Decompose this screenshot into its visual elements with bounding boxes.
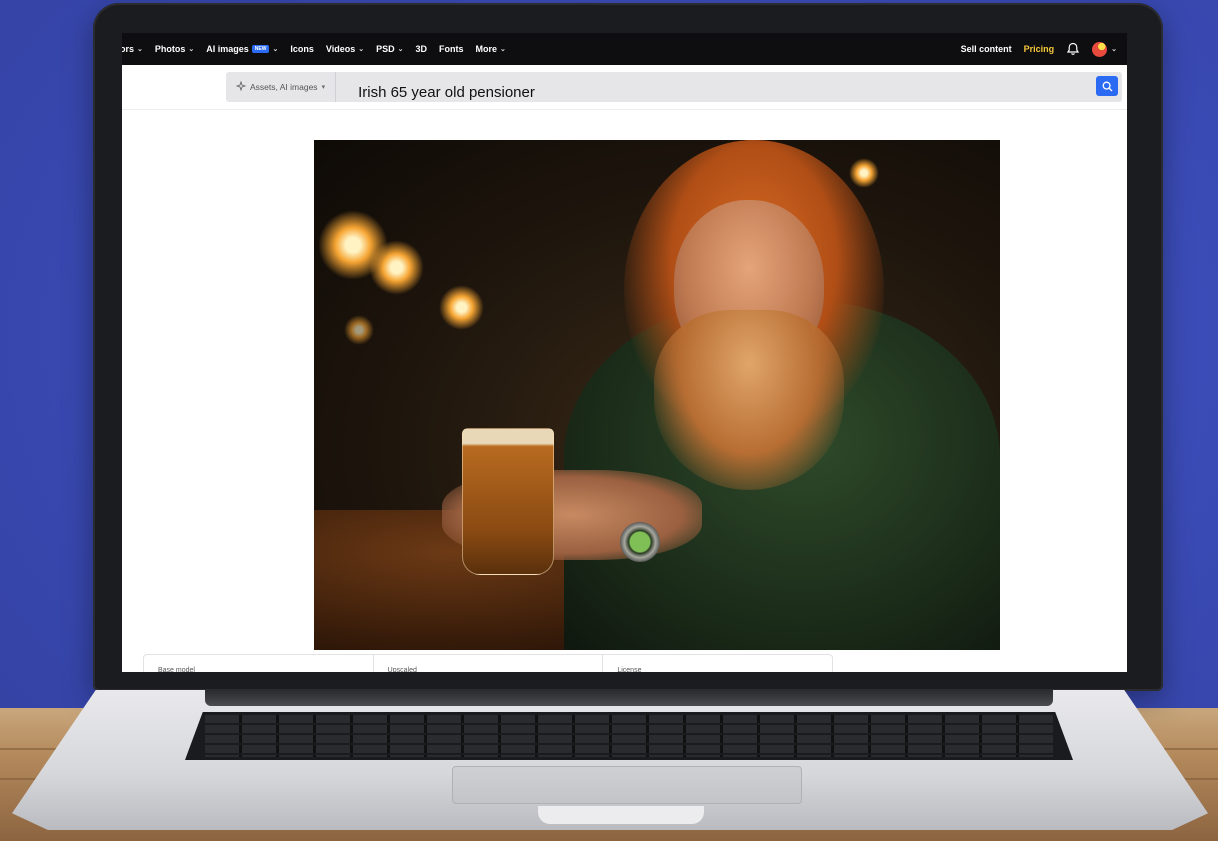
- info-cell-upscaled: Upscaled: [374, 655, 604, 672]
- nav-item-label: Fonts: [439, 44, 464, 54]
- wristwatch: [620, 522, 660, 562]
- chevron-down-icon: ⌄: [188, 46, 195, 53]
- main-image[interactable]: [314, 140, 1000, 650]
- nav-item-more[interactable]: More ⌄: [476, 44, 506, 54]
- lid-notch: [538, 806, 704, 824]
- nav-item-label: Photos: [154, 44, 186, 54]
- new-badge: NEW: [251, 45, 270, 53]
- beer-glass: [462, 428, 554, 575]
- bokeh-light: [369, 240, 424, 295]
- nav-item-videos[interactable]: Videos ⌄: [326, 44, 364, 54]
- red-beard: [654, 310, 844, 490]
- pricing-link[interactable]: Pricing: [1024, 44, 1055, 54]
- chevron-down-icon: ⌄: [397, 46, 404, 53]
- nav-items: ors ⌄ Photos ⌄ AI images NEW ⌄ Icons Vid…: [122, 44, 506, 54]
- chevron-down-icon: ⌄: [272, 46, 279, 53]
- nav-item-psd[interactable]: PSD ⌄: [376, 44, 403, 54]
- nav-item-label: ors: [122, 44, 135, 54]
- chevron-down-icon: ⌄: [500, 46, 506, 53]
- top-navbar: ors ⌄ Photos ⌄ AI images NEW ⌄ Icons Vid…: [122, 33, 1127, 65]
- image-info-table: Base model Upscaled License: [143, 654, 833, 672]
- chevron-down-icon: ⌄: [358, 46, 365, 53]
- chevron-down-icon[interactable]: ⌄: [1111, 45, 1117, 53]
- nav-item-icons[interactable]: Icons: [290, 44, 314, 54]
- keyboard: [185, 712, 1073, 760]
- nav-item-3d[interactable]: 3D: [415, 44, 427, 54]
- info-cell-base-model: Base model: [144, 655, 374, 672]
- nav-item-label: PSD: [376, 44, 395, 54]
- nav-item-label: AI images: [206, 44, 249, 54]
- search-input[interactable]: [356, 82, 1061, 102]
- search-button[interactable]: [1096, 76, 1118, 96]
- sparkle-icon: [235, 80, 247, 93]
- bell-icon[interactable]: [1066, 42, 1080, 56]
- caret-down-icon: ▾: [321, 84, 326, 91]
- trackpad: [452, 766, 802, 804]
- info-cell-license: License: [617, 667, 642, 672]
- laptop-screen: ors ⌄ Photos ⌄ AI images NEW ⌄ Icons Vid…: [122, 33, 1127, 672]
- nav-item-fonts[interactable]: Fonts: [439, 44, 464, 54]
- bokeh-light: [344, 315, 374, 345]
- nav-item-label: Icons: [290, 44, 314, 54]
- search-icon: [1102, 81, 1112, 91]
- search-row: Assets, AI images ▾: [122, 65, 1127, 110]
- nav-item-label: 3D: [415, 44, 427, 54]
- chevron-down-icon: ⌄: [137, 46, 143, 53]
- laptop-hinge: [205, 690, 1053, 706]
- nav-item-vectors[interactable]: ors ⌄: [122, 44, 143, 54]
- search-bar: Assets, AI images ▾: [226, 72, 1122, 102]
- bokeh-light: [439, 285, 484, 330]
- nav-item-ai-images[interactable]: AI images NEW ⌄: [206, 44, 278, 54]
- keyboard-keys: [205, 715, 1053, 757]
- asset-filter-select[interactable]: Assets, AI images ▾: [226, 72, 337, 102]
- nav-item-photos[interactable]: Photos ⌄: [155, 44, 194, 54]
- asset-filter-label: Assets, AI images: [250, 82, 318, 92]
- bokeh-light: [849, 158, 879, 188]
- nav-item-label: Videos: [325, 44, 356, 54]
- nav-right: Sell content Pricing ⌄: [961, 41, 1117, 57]
- nav-item-label: More: [475, 44, 498, 54]
- sell-content-link[interactable]: Sell content: [961, 44, 1012, 54]
- avatar[interactable]: [1092, 41, 1108, 57]
